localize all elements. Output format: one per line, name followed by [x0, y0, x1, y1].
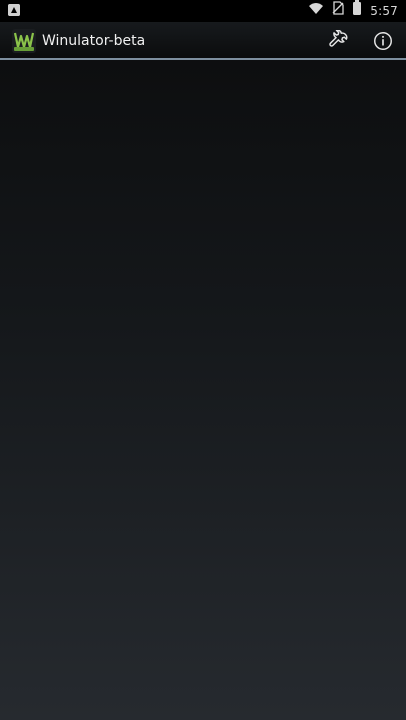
no-sim-icon [332, 0, 344, 22]
info-icon [372, 30, 394, 52]
app-title: Winulator-beta [42, 33, 146, 49]
app-screen: 5:57 Winulator-beta [0, 0, 406, 720]
info-button[interactable] [370, 28, 396, 54]
winulator-logo-icon [12, 29, 36, 53]
app-bar: Winulator-beta [0, 22, 406, 60]
battery-icon [352, 0, 362, 23]
status-bar: 5:57 [0, 0, 406, 22]
wifi-icon [308, 0, 324, 22]
notification-icon [8, 4, 20, 16]
main-content-area [0, 60, 406, 720]
settings-wrench-button[interactable] [326, 28, 352, 54]
app-actions [326, 28, 396, 54]
status-right: 5:57 [308, 0, 398, 22]
status-time: 5:57 [370, 4, 398, 18]
wrench-icon [328, 30, 350, 52]
